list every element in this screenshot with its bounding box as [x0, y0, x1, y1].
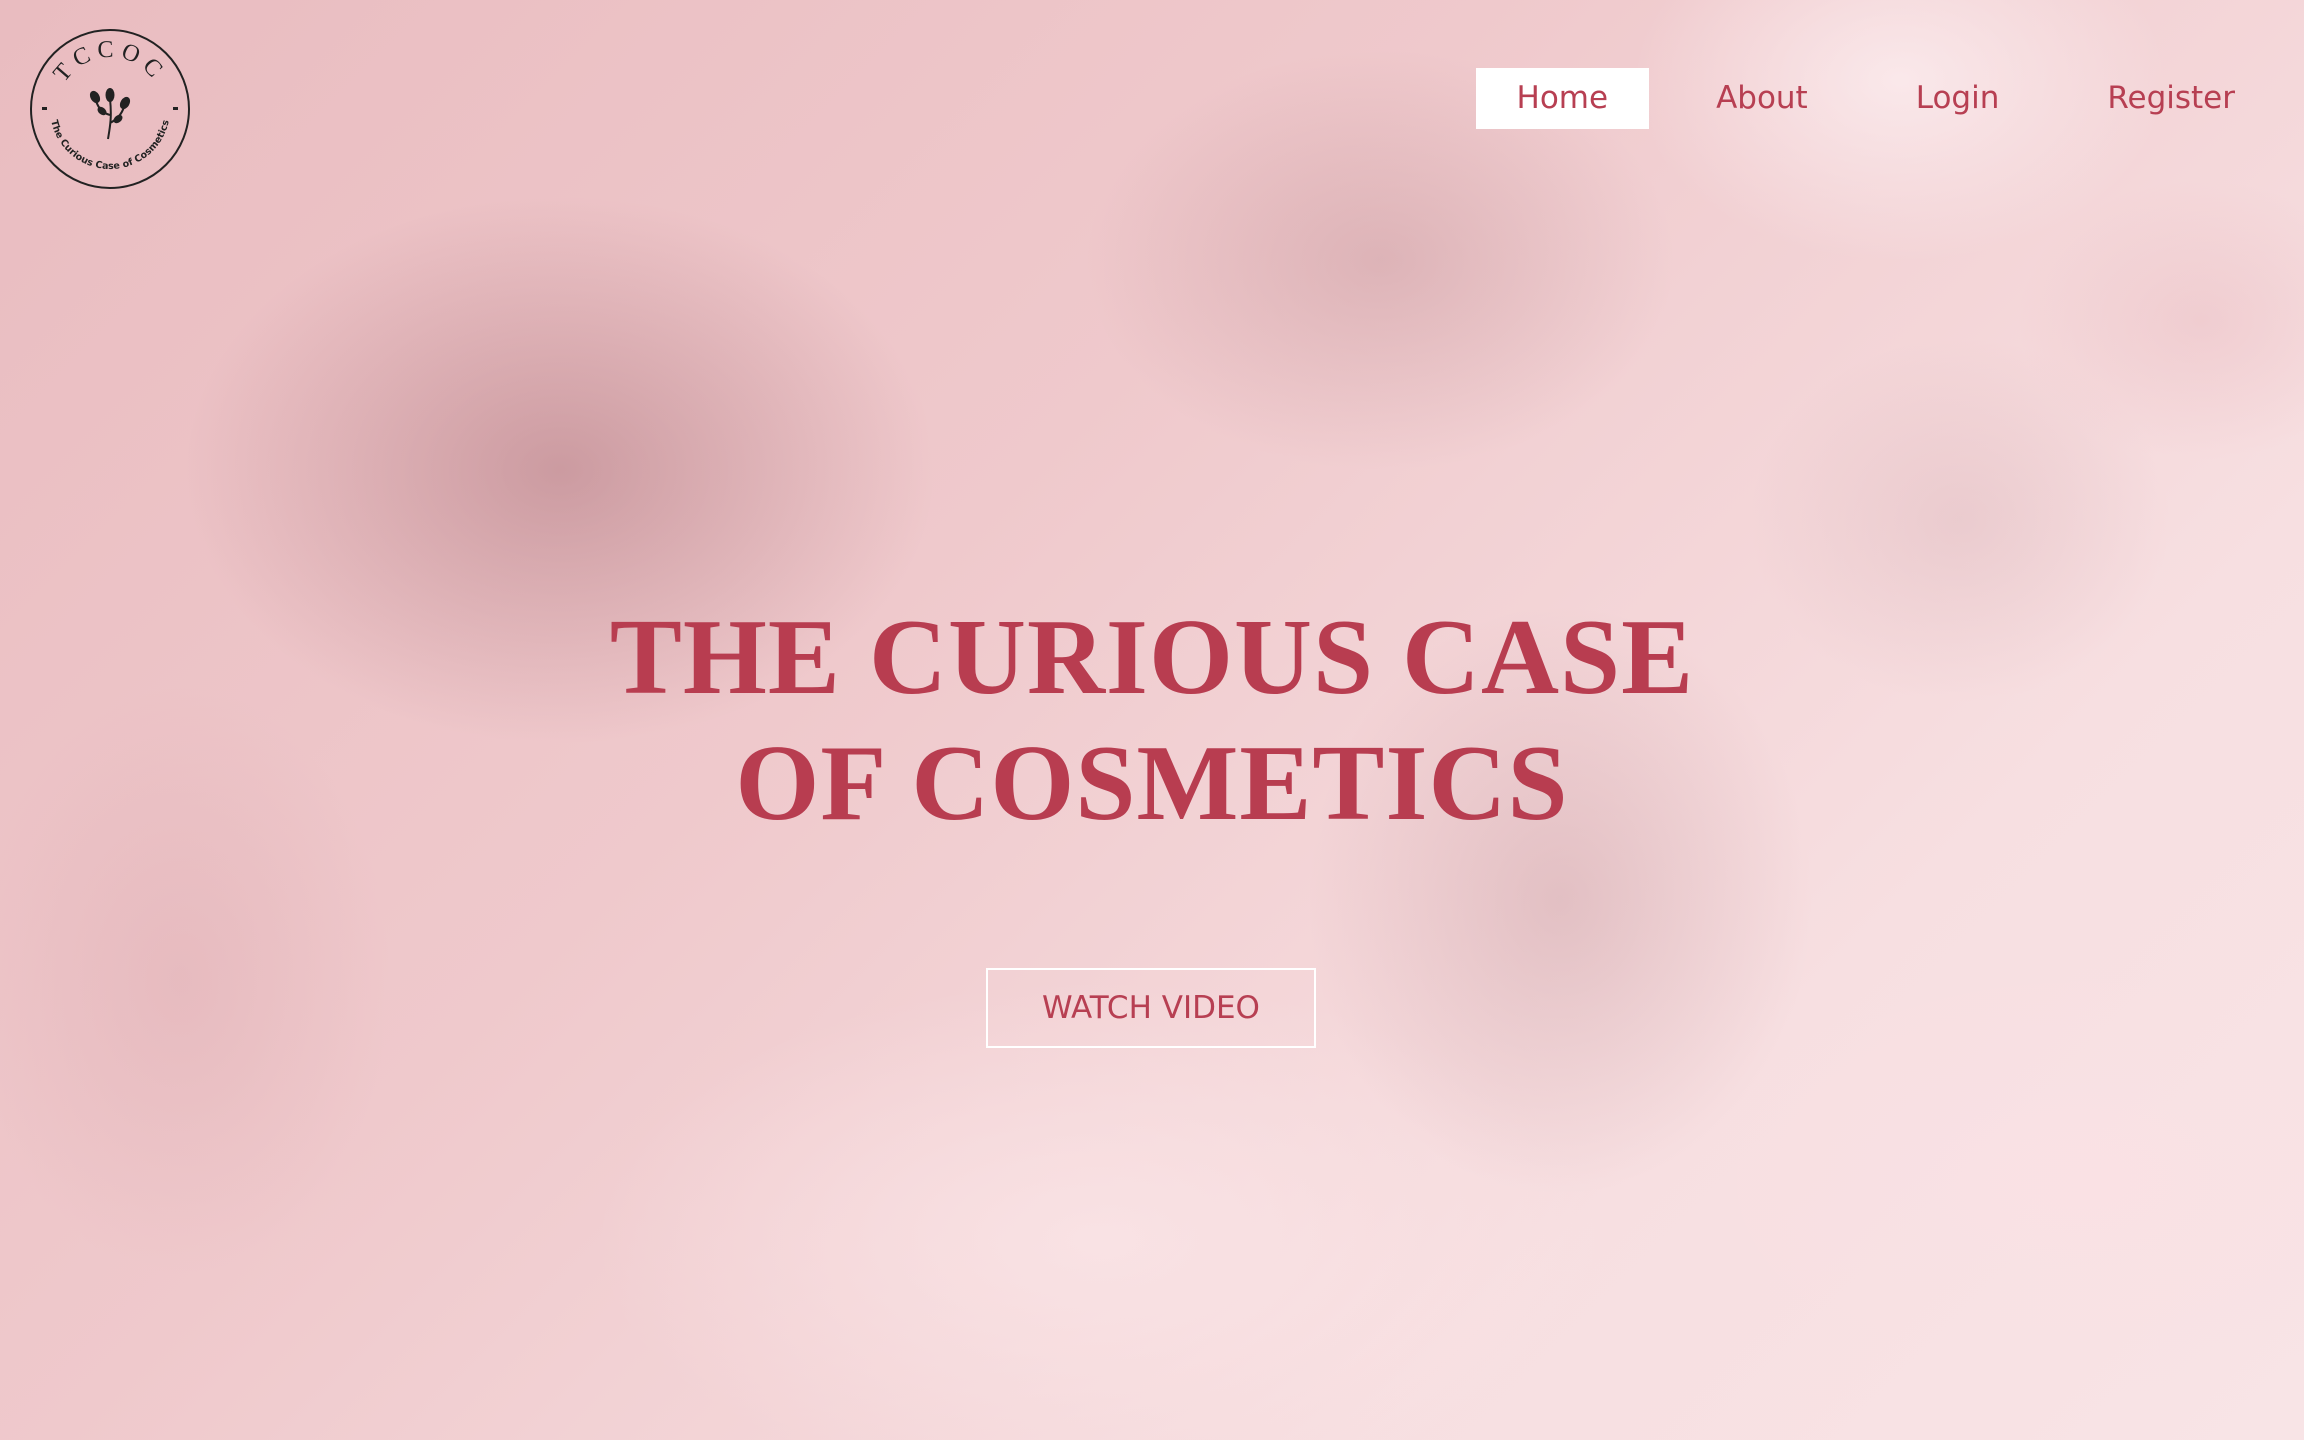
hero-title-line1: THE CURIOUS CASE [609, 598, 1695, 717]
logo-monogram: TCCOC [49, 37, 172, 87]
hero-title-line2: OF COSMETICS [735, 724, 1569, 843]
flower-branch-icon [89, 88, 131, 140]
watch-video-button[interactable]: WATCH VIDEO [986, 968, 1316, 1048]
logo-dash-right [173, 107, 178, 110]
hero-title: THE CURIOUS CASE OF COSMETICS [0, 595, 2304, 847]
nav-login-link[interactable]: Login [1875, 68, 2041, 129]
nav-about-link[interactable]: About [1675, 68, 1849, 129]
main-nav: Home About Login Register [1475, 68, 2276, 129]
site-logo[interactable]: TCCOC The Curious Case of Cosmetics [28, 27, 192, 191]
nav-home-link[interactable]: Home [1475, 68, 1650, 129]
logo-dash-left [42, 107, 47, 110]
nav-register-link[interactable]: Register [2066, 68, 2276, 129]
